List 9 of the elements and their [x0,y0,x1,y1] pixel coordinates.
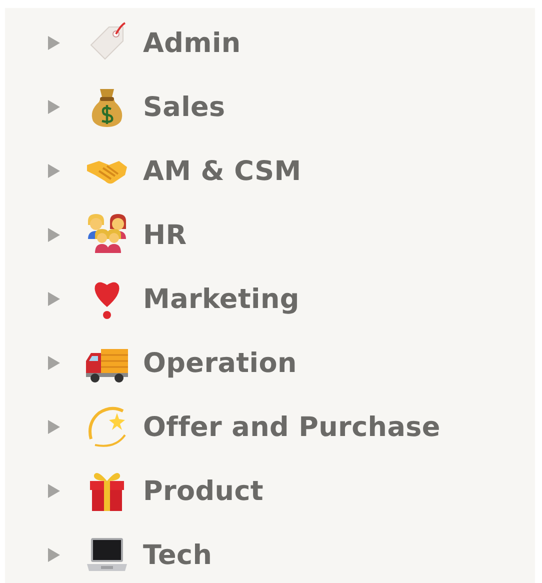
sidebar-item[interactable]: Marketing [143,284,300,314]
sidebar-item[interactable]: Offer and Purchase [143,412,440,442]
sidebar-item[interactable]: AM & CSM [143,156,302,186]
sidebar-item[interactable]: Tech [143,540,212,570]
sidebar-item[interactable]: Admin [143,28,241,58]
sidebar-item[interactable]: Product [143,476,264,506]
sidebar-item[interactable]: Sales [143,92,226,122]
sidebar-item[interactable]: Operation [143,348,297,378]
sidebar-item[interactable]: HR [143,220,187,250]
